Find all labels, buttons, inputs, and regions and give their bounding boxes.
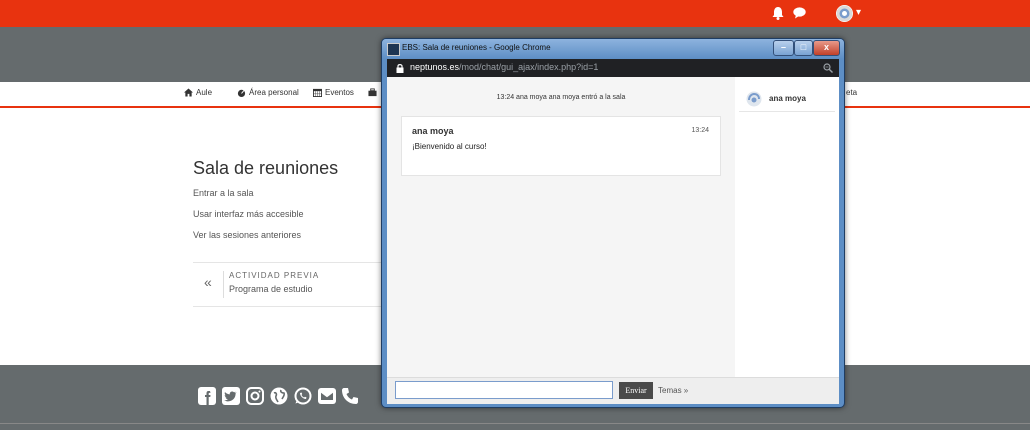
window-title: EBS: Sala de reuniones - Google Chrome <box>402 43 551 52</box>
page-title: Sala de reuniones <box>193 158 339 178</box>
home-icon <box>184 88 193 97</box>
minimize-button[interactable]: – <box>773 40 794 56</box>
chat-content: 13:24 ana moya ana moya entró a la sala … <box>387 77 839 404</box>
phone-icon[interactable] <box>341 387 359 405</box>
maximize-button[interactable]: □ <box>794 40 813 56</box>
send-button[interactable]: Enviar <box>619 382 653 399</box>
calendar-icon <box>313 88 322 97</box>
user-menu-caret[interactable]: ▾ <box>856 6 861 20</box>
close-button[interactable]: x <box>813 40 840 56</box>
globe-icon[interactable] <box>270 387 288 405</box>
system-message: 13:24 ana moya ana moya entró a la sala <box>496 94 626 101</box>
zoom-icon[interactable] <box>823 63 833 73</box>
url-path: /mod/chat/gui_ajax/index.php?id=1 <box>459 62 599 72</box>
message-text: ¡Bienvenido al curso! <box>412 142 487 151</box>
enter-room-link[interactable]: Entrar a la sala <box>193 188 254 198</box>
chat-bubble-icon[interactable] <box>793 7 806 19</box>
nav-item-partial[interactable]: eta <box>846 88 857 97</box>
url-text[interactable]: neptunos.es/mod/chat/gui_ajax/index.php?… <box>410 62 598 72</box>
previous-activity-nav[interactable]: « ACTIVIDAD PREVIA Programa de estudio <box>193 262 388 307</box>
twitter-icon[interactable] <box>222 387 240 405</box>
user-list-item[interactable]: ana moya <box>739 87 835 112</box>
chrome-app-icon <box>387 43 400 56</box>
previous-activity-label: ACTIVIDAD PREVIA <box>229 271 320 280</box>
users-pane: ana moya <box>735 77 839 377</box>
user-avatar-icon <box>746 91 762 107</box>
window-titlebar[interactable]: EBS: Sala de reuniones - Google Chrome –… <box>382 39 844 59</box>
chat-message: ana moya 13:24 ¡Bienvenido al curso! <box>401 116 721 176</box>
message-time: 13:24 <box>691 127 709 134</box>
message-input[interactable] <box>395 381 613 399</box>
dashboard-icon <box>237 89 246 97</box>
divider <box>223 271 224 298</box>
user-name: ana moya <box>769 94 806 103</box>
facebook-icon[interactable] <box>198 387 216 405</box>
top-bar: ▾ <box>0 0 1030 27</box>
accessible-interface-link[interactable]: Usar interfaz más accesible <box>193 209 304 219</box>
nav-item-eventos[interactable]: Eventos <box>313 88 354 97</box>
user-avatar-icon[interactable] <box>836 5 853 22</box>
nav-item-cursos[interactable] <box>368 88 377 97</box>
whatsapp-icon[interactable] <box>294 387 312 405</box>
messages-pane[interactable]: 13:24 ana moya ana moya entró a la sala … <box>387 77 735 377</box>
briefcase-icon <box>368 88 377 97</box>
previous-activity-title: Programa de estudio <box>229 284 313 294</box>
double-chevron-left-icon: « <box>204 274 212 290</box>
themes-link[interactable]: Temas » <box>658 386 688 395</box>
footer-divider <box>0 423 1030 424</box>
chat-popup-window[interactable]: EBS: Sala de reuniones - Google Chrome –… <box>381 38 845 408</box>
nav-item-area-personal[interactable]: Área personal <box>237 88 299 97</box>
address-bar[interactable]: neptunos.es/mod/chat/gui_ajax/index.php?… <box>387 59 839 77</box>
message-author: ana moya <box>412 126 454 136</box>
instagram-icon[interactable] <box>246 387 264 405</box>
url-host: neptunos.es <box>410 62 460 72</box>
nav-item-aule[interactable]: Aule <box>184 88 212 97</box>
lock-icon <box>396 64 404 73</box>
bell-icon[interactable] <box>772 6 784 20</box>
mail-icon[interactable] <box>318 387 336 405</box>
message-input-bar: Enviar Temas » <box>387 377 839 404</box>
past-sessions-link[interactable]: Ver las sesiones anteriores <box>193 230 301 240</box>
